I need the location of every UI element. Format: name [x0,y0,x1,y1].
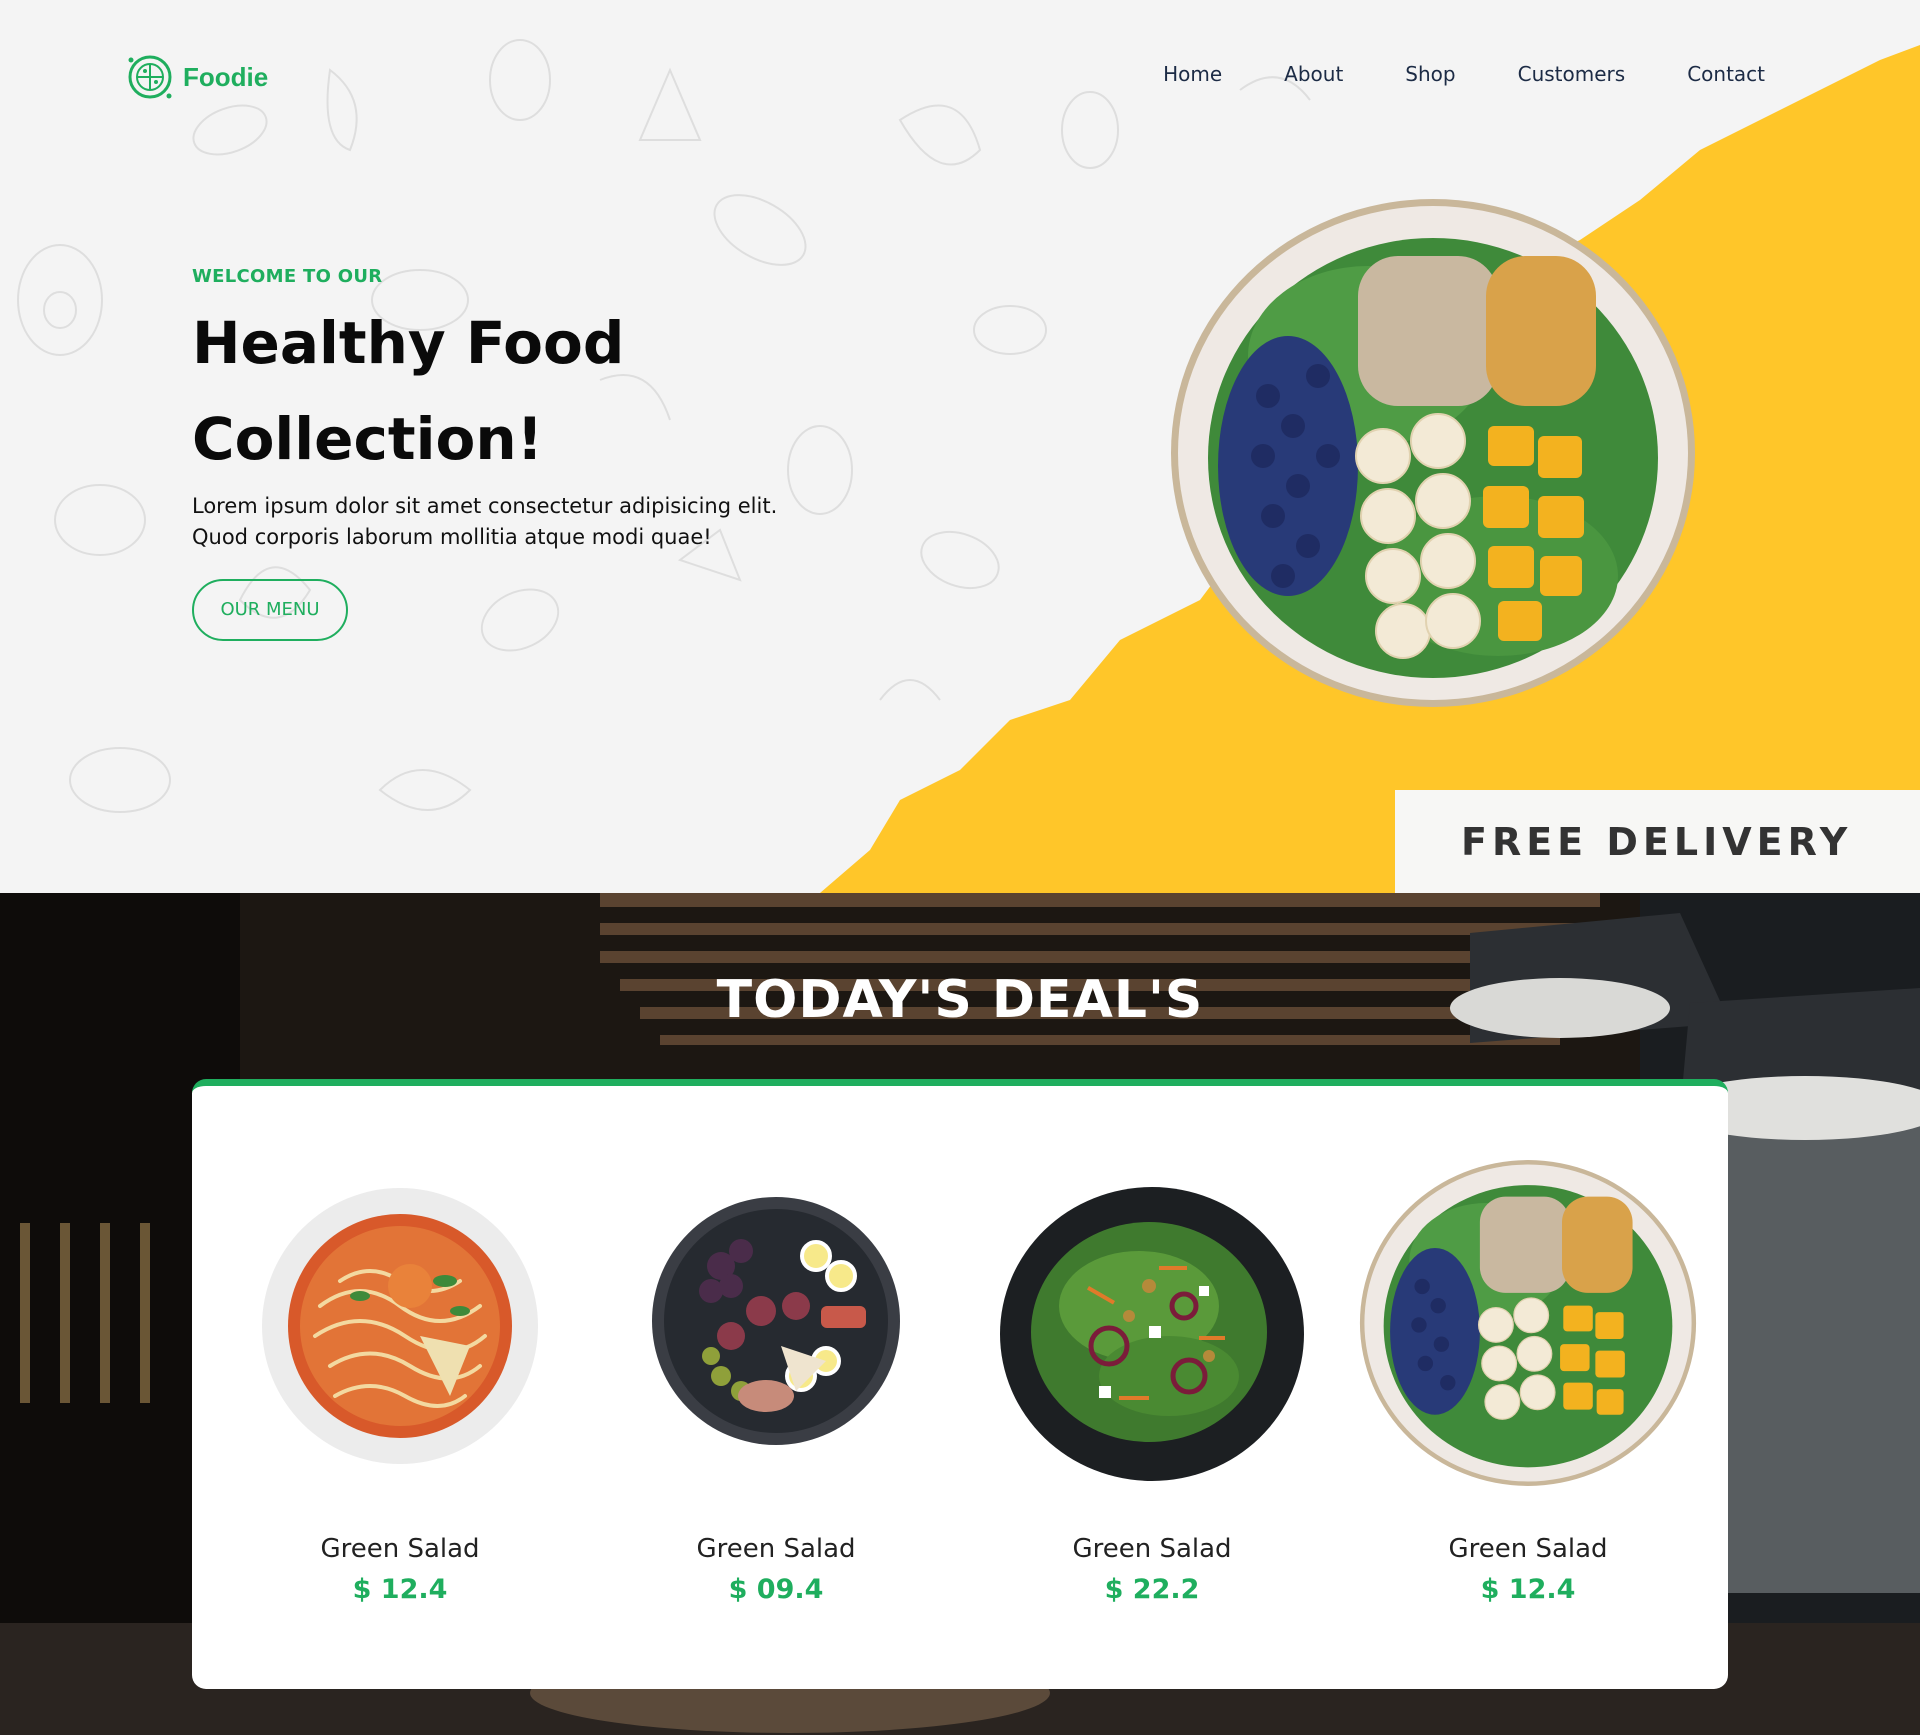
nav-contact[interactable]: Contact [1687,62,1765,86]
free-delivery-badge: FREE DELIVERY [1395,790,1920,893]
fruit-salad-image [1359,1160,1697,1486]
deal-item[interactable]: Green Salad $ 12.4 [212,1086,588,1696]
deal-price: $ 22.2 [1104,1574,1200,1605]
deal-price: $ 12.4 [352,1574,448,1605]
hero-welcome: WELCOME TO OUR [192,266,383,287]
free-delivery-text: FREE DELIVERY [1461,820,1853,864]
leafy-salad-image [1000,1187,1304,1481]
main-nav: Home About Shop Customers Contact [1163,62,1765,86]
nav-customers[interactable]: Customers [1518,62,1626,86]
our-menu-button[interactable]: OUR MENU [192,579,348,641]
deal-price: $ 09.4 [728,1574,824,1605]
deal-price: $ 12.4 [1480,1574,1576,1605]
deal-name: Green Salad [1072,1534,1232,1564]
nav-shop[interactable]: Shop [1405,62,1455,86]
hero-section: Foodie Home About Shop Customers Contact… [0,0,1920,893]
deal-name: Green Salad [696,1534,856,1564]
nav-about[interactable]: About [1284,62,1343,86]
nav-home[interactable]: Home [1163,62,1222,86]
pizza-icon [128,55,172,99]
hero-text-block: WELCOME TO OUR Healthy Food Collection! … [192,266,812,641]
deals-card: Green Salad $ 12.4 Green Salad $ 09.4 Gr… [192,1079,1728,1689]
brand-name: Foodie [183,61,269,92]
fruit-salad-plate-image [1171,199,1695,707]
deals-title: TODAY'S DEAL'S [716,970,1204,1030]
hero-title: Healthy Food Collection! [192,309,625,473]
brand-logo[interactable]: Foodie [125,52,268,102]
navbar: Foodie Home About Shop Customers Contact [0,0,1920,155]
hero-description: Lorem ipsum dolor sit amet consectetur a… [192,494,778,549]
deal-name: Green Salad [320,1534,480,1564]
deal-item[interactable]: Green Salad $ 12.4 [1340,1086,1716,1696]
deal-item[interactable]: Green Salad $ 22.2 [964,1086,1340,1696]
fig-egg-platter-image [652,1197,900,1445]
deal-name: Green Salad [1448,1534,1608,1564]
deal-item[interactable]: Green Salad $ 09.4 [588,1086,964,1696]
noodle-soup-image [262,1188,538,1464]
